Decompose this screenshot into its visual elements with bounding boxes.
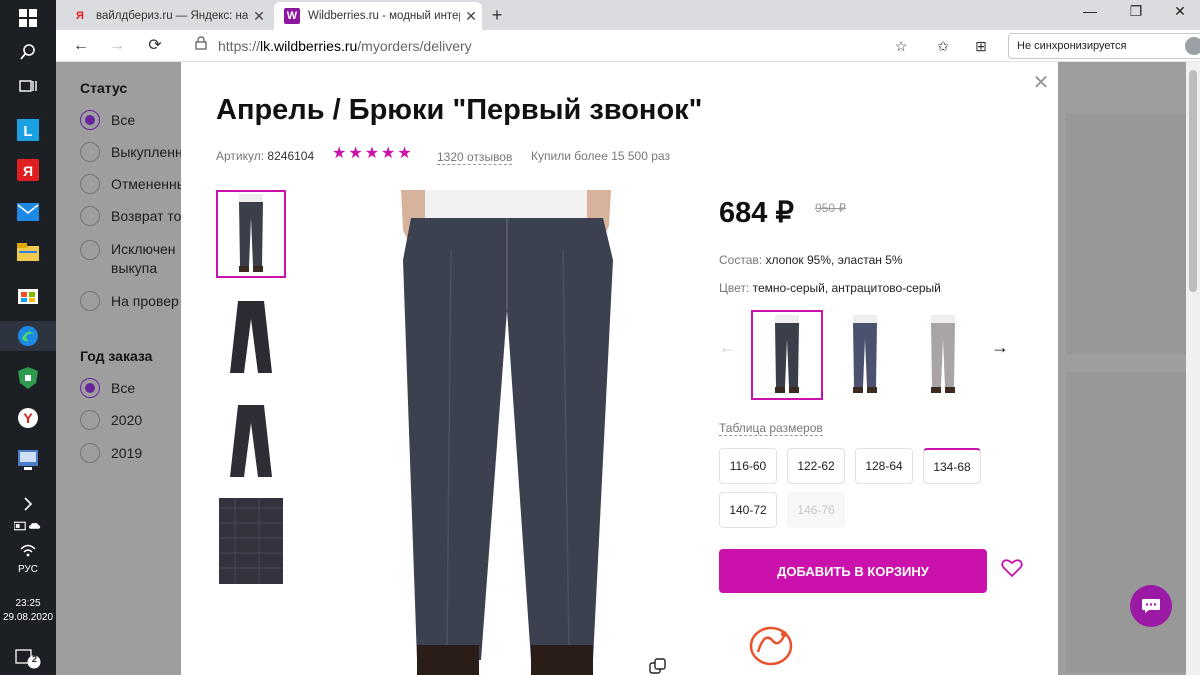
thumbnail-front[interactable] xyxy=(216,190,286,278)
svg-text:Y: Y xyxy=(23,410,33,426)
svg-text:L: L xyxy=(23,123,32,140)
lingualeo-app-icon[interactable]: L xyxy=(14,116,42,144)
new-tab-button[interactable]: + xyxy=(486,5,508,26)
url-host: lk.wildberries.ru xyxy=(260,38,358,54)
file-explorer-icon[interactable] xyxy=(14,238,42,266)
browser-tab-strip: Я вайлдбериз.ru — Яндекс: нашлось ✕ W Wi… xyxy=(56,0,1200,30)
yandex-browser-icon[interactable]: Y xyxy=(14,404,42,432)
svg-text:Я: Я xyxy=(23,163,33,179)
composition: Состав: хлопок 95%, эластан 5% xyxy=(719,253,903,267)
reviews-link[interactable]: 1320 отзывов xyxy=(437,150,513,165)
star-icon: ★ xyxy=(348,145,363,162)
yandex-app-icon[interactable]: Я xyxy=(14,156,42,184)
notification-count: 2 xyxy=(32,654,38,664)
heart-icon[interactable] xyxy=(1001,558,1025,582)
yandex-icon: Я xyxy=(76,10,84,22)
copy-icon[interactable] xyxy=(649,658,667,674)
tab-yandex-search[interactable]: Я вайлдбериз.ru — Яндекс: нашлось ✕ xyxy=(62,2,270,30)
address-bar[interactable]: https://lk.wildberries.ru/myorders/deliv… xyxy=(218,38,472,54)
color-variant-dark-gray[interactable] xyxy=(751,310,823,400)
browser-toolbar: ← → ⟳ https://lk.wildberries.ru/myorders… xyxy=(56,30,1200,62)
maximize-button[interactable]: ❐ xyxy=(1114,3,1158,20)
rating-stars: ★ ★ ★ ★ ★ xyxy=(332,146,412,162)
size-option[interactable]: 140-72 xyxy=(719,492,777,528)
edge-browser-icon[interactable] xyxy=(0,321,56,351)
article-number: 8246104 xyxy=(267,149,315,163)
close-icon[interactable]: ✕ xyxy=(460,8,482,25)
star-icon: ★ xyxy=(332,145,347,162)
profile-sync-button[interactable]: Не синхронизируется xyxy=(1008,33,1200,59)
color-info: Цвет: темно-серый, антрацитово-серый xyxy=(719,281,941,295)
screen: L Я Y РУС 23:25 29.08.2020 2 Я вайлдбери… xyxy=(0,0,1200,675)
scrollbar-thumb[interactable] xyxy=(1189,70,1197,292)
star-icon: ★ xyxy=(381,145,396,162)
old-price: 950 ₽ xyxy=(815,201,846,215)
chat-icon xyxy=(1142,599,1160,613)
color-value: темно-серый, антрацитово-серый xyxy=(752,281,941,295)
star-icon: ★ xyxy=(397,145,412,162)
monitor-app-icon[interactable] xyxy=(14,446,42,474)
size-table-link[interactable]: Таблица размеров xyxy=(719,421,823,436)
clock-time[interactable]: 23:25 xyxy=(0,598,56,609)
security-app-icon[interactable] xyxy=(14,364,42,392)
chat-button[interactable] xyxy=(1130,585,1172,627)
price: 684 ₽ xyxy=(719,197,794,229)
search-icon[interactable] xyxy=(14,38,42,66)
article-info: Артикул: 8246104 xyxy=(216,149,314,163)
avatar xyxy=(1185,37,1200,55)
lock-icon[interactable] xyxy=(190,36,212,56)
product-title: Апрель / Брюки "Первый звонок" xyxy=(216,94,703,126)
windows-taskbar: L Я Y РУС 23:25 29.08.2020 2 xyxy=(0,0,56,675)
add-to-cart-button[interactable]: ДОБАВИТЬ В КОРЗИНУ xyxy=(719,549,987,593)
star-icon: ★ xyxy=(364,145,380,162)
size-option[interactable]: 122-62 xyxy=(787,448,845,484)
close-icon[interactable]: ✕ xyxy=(1031,70,1051,95)
color-variant-blue[interactable] xyxy=(829,310,901,400)
size-option-selected[interactable]: 134-68 xyxy=(923,448,981,484)
product-main-image[interactable] xyxy=(381,190,631,675)
close-icon[interactable]: ✕ xyxy=(248,8,270,25)
favorite-star-icon[interactable]: ☆ xyxy=(890,36,912,56)
wifi-icon[interactable] xyxy=(14,536,42,564)
url-scheme: https:// xyxy=(218,38,261,54)
store-icon[interactable] xyxy=(14,280,42,308)
arrow-right-icon[interactable]: → xyxy=(991,337,1009,358)
composition-value: хлопок 95%, эластан 5% xyxy=(765,253,903,267)
article-label: Артикул: xyxy=(216,149,265,163)
forward-button[interactable]: → xyxy=(106,36,128,56)
task-view-icon[interactable] xyxy=(14,72,42,100)
url-path: /myorders/delivery xyxy=(357,38,472,54)
tab-wildberries[interactable]: W Wildberries.ru - модный интернет ✕ xyxy=(274,2,482,30)
color-variant-light-gray[interactable] xyxy=(907,310,979,400)
brand-logo[interactable] xyxy=(746,624,796,668)
color-label: Цвет: xyxy=(719,281,750,295)
product-modal: ✕ Апрель / Брюки "Первый звонок" Артикул… xyxy=(181,62,1058,675)
thumbnail-flat-back[interactable] xyxy=(216,398,286,486)
collections-icon[interactable]: ⊞ xyxy=(970,36,992,56)
notification-center-icon[interactable]: 2 xyxy=(14,644,42,672)
size-option-disabled: 146-76 xyxy=(787,492,845,528)
tab-title: вайлдбериз.ru — Яндекс: нашлось xyxy=(96,10,248,22)
favorites-list-icon[interactable]: ✩ xyxy=(932,36,954,56)
refresh-button[interactable]: ⟳ xyxy=(144,36,166,56)
size-option[interactable]: 116-60 xyxy=(719,448,777,484)
thumbnail-flat[interactable] xyxy=(216,294,286,382)
sync-label: Не синхронизируется xyxy=(1017,40,1127,52)
mail-icon[interactable] xyxy=(14,198,42,226)
minimize-button[interactable]: — xyxy=(1068,3,1112,19)
wildberries-icon: W xyxy=(284,8,300,24)
thumbnail-fabric[interactable] xyxy=(216,496,286,586)
composition-label: Состав: xyxy=(719,253,763,267)
language-indicator[interactable]: РУС xyxy=(0,564,56,575)
purchase-count: Купили более 15 500 раз xyxy=(531,149,670,163)
arrow-left-icon[interactable]: ← xyxy=(719,337,737,358)
windows-start-icon[interactable] xyxy=(14,4,42,32)
back-button[interactable]: ← xyxy=(70,36,92,56)
page-scrollbar[interactable] xyxy=(1186,62,1200,675)
clock-date[interactable]: 29.08.2020 xyxy=(0,612,56,623)
size-option[interactable]: 128-64 xyxy=(855,448,913,484)
close-window-button[interactable]: ✕ xyxy=(1158,3,1200,20)
tab-title: Wildberries.ru - модный интернет xyxy=(308,10,460,22)
